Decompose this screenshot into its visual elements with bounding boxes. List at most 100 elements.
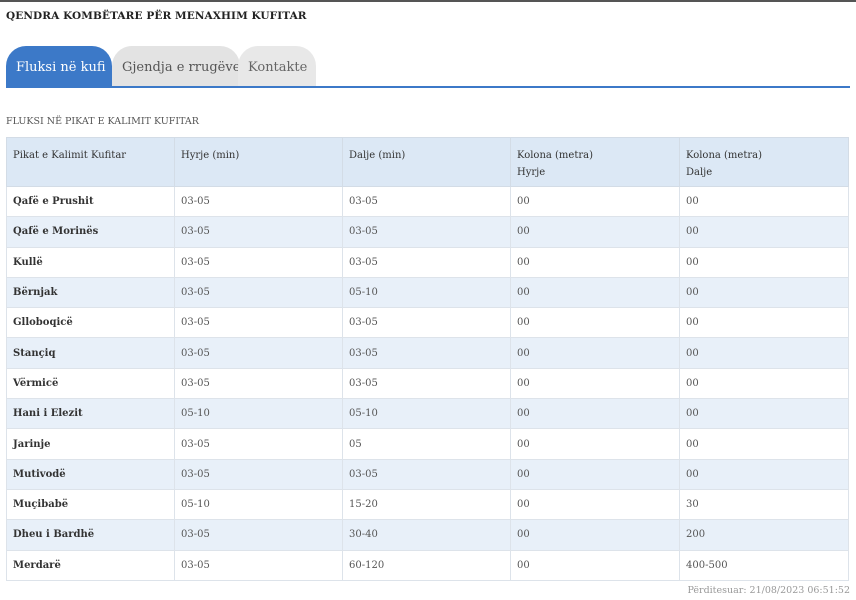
exit-time-cell: 30-40	[342, 519, 511, 551]
queue-exit-cell: 00	[679, 428, 849, 460]
table-row: Qafë e Morinës 03-05 03-05 00 00	[6, 216, 849, 248]
table-header-row: Pikat e Kalimit Kufitar Hyrje (min) Dalj…	[6, 137, 849, 187]
crossing-point-cell: Qafë e Prushit	[6, 185, 175, 218]
table-row: Merdarë 03-05 60-120 00 400-500	[6, 549, 849, 581]
entry-time-cell: 03-05	[174, 519, 343, 551]
table-row: Qafë e Prushit 03-05 03-05 00 00	[6, 185, 849, 218]
tab-fluksi-ne-kufi[interactable]: Fluksi në kufi	[6, 46, 112, 86]
queue-exit-cell: 00	[679, 216, 849, 248]
column-header-queue-exit: Kolona (metra) Dalje	[679, 137, 849, 187]
queue-exit-cell: 200	[679, 519, 849, 551]
column-header-crossing-point: Pikat e Kalimit Kufitar	[6, 137, 175, 187]
queue-entry-cell: 00	[510, 337, 680, 369]
queue-entry-cell: 00	[510, 276, 680, 309]
queue-entry-cell: 00	[510, 246, 680, 278]
table-row: Stançiq 03-05 03-05 00 00	[6, 337, 849, 369]
header-line: Hyrje (min)	[181, 150, 240, 161]
exit-time-cell: 05-10	[342, 276, 511, 309]
queue-entry-cell: 00	[510, 458, 680, 490]
tab-kontakte[interactable]: Kontakte	[238, 46, 316, 86]
exit-time-cell: 15-20	[342, 488, 511, 521]
exit-time-cell: 05-10	[342, 398, 511, 430]
exit-time-cell: 03-05	[342, 246, 511, 278]
crossing-point-cell: Mutivodë	[6, 458, 175, 490]
crossing-point-cell: Bërnjak	[6, 276, 175, 309]
tab-underline	[6, 86, 850, 88]
header-line: Pikat e Kalimit Kufitar	[13, 150, 127, 161]
exit-time-cell: 03-05	[342, 307, 511, 339]
queue-exit-cell: 00	[679, 246, 849, 278]
queue-entry-cell: 00	[510, 367, 680, 400]
crossing-point-cell: Dheu i Bardhë	[6, 519, 175, 551]
border-flux-table: Pikat e Kalimit Kufitar Hyrje (min) Dalj…	[6, 137, 849, 581]
queue-entry-cell: 00	[510, 398, 680, 430]
section-caption: FLUKSI NË PIKAT E KALIMIT KUFITAR	[6, 116, 199, 127]
header-subline: Hyrje	[517, 167, 546, 178]
top-divider	[0, 0, 856, 2]
entry-time-cell: 03-05	[174, 185, 343, 218]
header-subline: Dalje	[686, 167, 713, 178]
queue-exit-cell: 00	[679, 398, 849, 430]
crossing-point-cell: Jarinje	[6, 428, 175, 460]
tab-gjendja-e-rrugeve[interactable]: Gjendja e rrugëve	[112, 46, 240, 86]
crossing-point-cell: Hani i Elezit	[6, 398, 175, 430]
entry-time-cell: 05-10	[174, 398, 343, 430]
crossing-point-cell: Merdarë	[6, 549, 175, 581]
queue-exit-cell: 00	[679, 185, 849, 218]
queue-exit-cell: 00	[679, 307, 849, 339]
table-body: Qafë e Prushit 03-05 03-05 00 00 Qafë e Morin…	[6, 185, 849, 581]
crossing-point-cell: Qafë e Morinës	[6, 216, 175, 248]
header-line: Dalje (min)	[349, 150, 406, 161]
column-header-entry-min: Hyrje (min)	[174, 137, 343, 187]
queue-entry-cell: 00	[510, 549, 680, 581]
entry-time-cell: 03-05	[174, 428, 343, 460]
table-row: Kullë 03-05 03-05 00 00	[6, 246, 849, 278]
crossing-point-cell: Muçibabë	[6, 488, 175, 521]
queue-exit-cell: 30	[679, 488, 849, 521]
entry-time-cell: 03-05	[174, 307, 343, 339]
table-row: Mutivodë 03-05 03-05 00 00	[6, 458, 849, 490]
crossing-point-cell: Vërmicë	[6, 367, 175, 400]
entry-time-cell: 03-05	[174, 337, 343, 369]
table-row: Glloboqicë 03-05 03-05 00 00	[6, 307, 849, 339]
header-line: Kolona (metra)	[517, 150, 593, 161]
crossing-point-cell: Glloboqicë	[6, 307, 175, 339]
table-row: Vërmicë 03-05 03-05 00 00	[6, 367, 849, 400]
table-row: Bërnjak 03-05 05-10 00 00	[6, 276, 849, 309]
tab-bar: Fluksi në kufi Gjendja e rrugëve Kontakt…	[6, 46, 850, 88]
exit-time-cell: 05	[342, 428, 511, 460]
entry-time-cell: 03-05	[174, 276, 343, 309]
exit-time-cell: 03-05	[342, 458, 511, 490]
queue-entry-cell: 00	[510, 216, 680, 248]
queue-entry-cell: 00	[510, 307, 680, 339]
crossing-point-cell: Stançiq	[6, 337, 175, 369]
exit-time-cell: 60-120	[342, 549, 511, 581]
entry-time-cell: 03-05	[174, 458, 343, 490]
queue-exit-cell: 400-500	[679, 549, 849, 581]
table-row: Jarinje 03-05 05 00 00	[6, 428, 849, 460]
column-header-queue-entry: Kolona (metra) Hyrje	[510, 137, 680, 187]
table-row: Muçibabë 05-10 15-20 00 30	[6, 488, 849, 521]
org-title: QENDRA KOMBËTARE PËR MENAXHIM KUFITAR	[6, 10, 307, 22]
exit-time-cell: 03-05	[342, 337, 511, 369]
queue-exit-cell: 00	[679, 276, 849, 309]
entry-time-cell: 03-05	[174, 246, 343, 278]
exit-time-cell: 03-05	[342, 367, 511, 400]
table-row: Dheu i Bardhë 03-05 30-40 00 200	[6, 519, 849, 551]
entry-time-cell: 03-05	[174, 367, 343, 400]
queue-exit-cell: 00	[679, 458, 849, 490]
queue-exit-cell: 00	[679, 367, 849, 400]
entry-time-cell: 05-10	[174, 488, 343, 521]
exit-time-cell: 03-05	[342, 216, 511, 248]
exit-time-cell: 03-05	[342, 185, 511, 218]
queue-entry-cell: 00	[510, 519, 680, 551]
queue-entry-cell: 00	[510, 488, 680, 521]
entry-time-cell: 03-05	[174, 549, 343, 581]
table-row: Hani i Elezit 05-10 05-10 00 00	[6, 398, 849, 430]
entry-time-cell: 03-05	[174, 216, 343, 248]
queue-entry-cell: 00	[510, 428, 680, 460]
header-line: Kolona (metra)	[686, 150, 762, 161]
queue-entry-cell: 00	[510, 185, 680, 218]
queue-exit-cell: 00	[679, 337, 849, 369]
crossing-point-cell: Kullë	[6, 246, 175, 278]
